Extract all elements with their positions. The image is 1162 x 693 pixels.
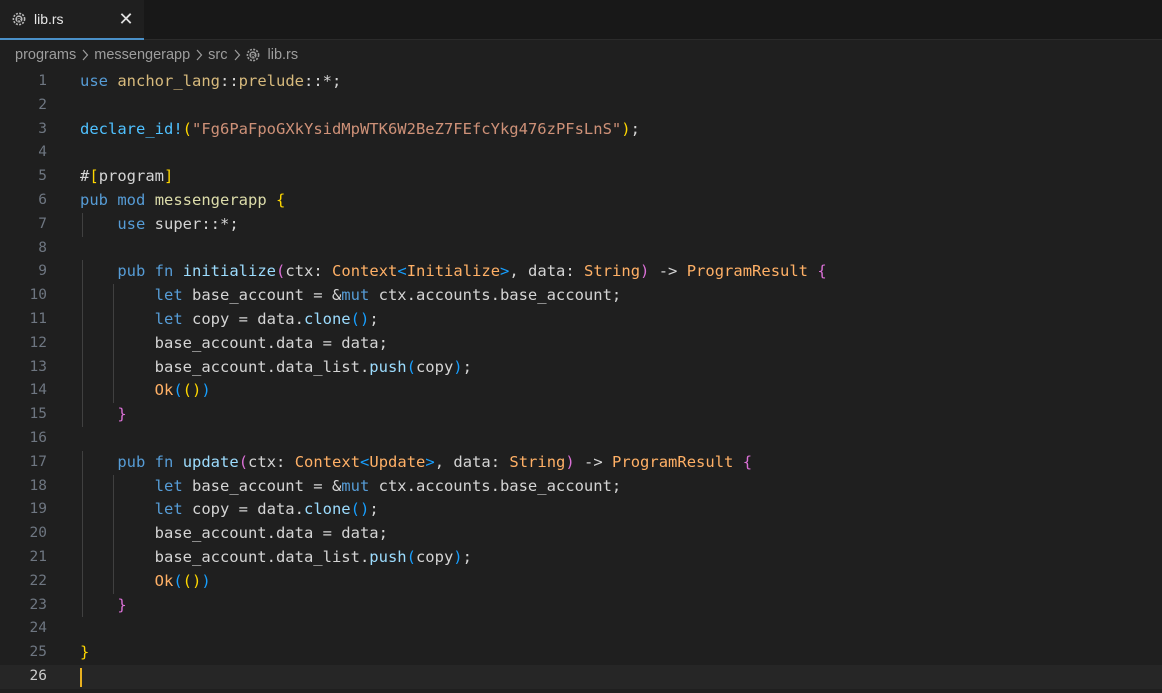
line-number: 12 [29,334,47,351]
tab-bar: R lib.rs ✕ [0,0,1162,40]
code-line[interactable]: 25} [0,641,1162,665]
line-number: 17 [29,453,47,470]
code-line[interactable]: 19 let copy = data.clone(); [0,498,1162,523]
code-line[interactable]: 18 let base_account = &mut ctx.accounts.… [0,474,1162,499]
rust-gear-icon: R [12,12,26,26]
line-number: 7 [38,215,47,232]
line-number: 18 [29,477,47,494]
line-number: 1 [38,73,47,89]
code-text: use anchor_lang::prelude::*; [80,72,342,90]
breadcrumb-item-lib-rs[interactable]: lib.rs [268,47,299,63]
line-number: 23 [29,596,47,613]
code-line[interactable]: 20 base_account.data = data; [0,522,1162,546]
code-line[interactable]: 11 let copy = data.clone(); [0,307,1162,332]
tab-label: lib.rs [34,11,64,27]
code-line[interactable]: 10 let base_account = &mut ctx.accounts.… [0,284,1162,308]
code-text: use super::*; [117,214,239,233]
code-text: base_account.data_list.push(copy); [80,547,472,566]
code-line[interactable]: 22 Ok(()) [0,569,1162,594]
code-line[interactable]: 14 Ok(()) [0,379,1162,404]
breadcrumb: programs messengerapp src R lib.rs [0,40,1162,70]
code-text: pub fn update(ctx: Context<Update>, data… [117,452,753,471]
line-number: 25 [29,644,47,661]
rust-gear-icon: R [246,48,260,62]
breadcrumb-item-src[interactable]: src [208,47,227,63]
code-editor[interactable]: 1 use anchor_lang::prelude::*; 2 3 declare_i… [0,70,1162,689]
chevron-right-icon [81,49,89,61]
line-number: 3 [38,120,47,137]
text-cursor [80,667,82,687]
line-number: 4 [38,144,47,161]
chevron-right-icon [233,49,241,61]
code-line[interactable]: 17 pub fn update(ctx: Context<Update>, d… [0,450,1162,475]
code-line[interactable]: 13 base_account.data_list.push(copy); [0,355,1162,380]
code-line[interactable]: 9 pub fn initialize(ctx: Context<Initial… [0,260,1162,285]
code-text: #[program] [80,167,174,186]
code-line[interactable]: 4 [0,141,1162,165]
code-text: Ok(()) [154,571,211,590]
code-text: Ok(()) [154,381,211,400]
tab-lib-rs[interactable]: R lib.rs ✕ [0,0,144,40]
code-line[interactable]: 3 declare_id!("Fg6PaFpoGXkYsidMpWTK6W2BeZ… [0,118,1162,142]
line-number: 20 [29,525,47,542]
chevron-right-icon [195,49,203,61]
code-line[interactable]: 24 [0,617,1162,641]
line-number: 14 [29,382,47,399]
line-number: 21 [29,548,47,565]
code-text: let base_account = &mut ctx.accounts.bas… [154,286,622,305]
code-text: let base_account = &mut ctx.accounts.bas… [154,476,622,495]
code-line[interactable]: 8 [0,237,1162,261]
code-text: base_account.data = data; [80,524,388,543]
line-number: 24 [29,620,47,637]
line-number: 5 [38,168,47,185]
svg-text:R: R [17,16,22,23]
line-number: 16 [29,429,47,446]
code-text: pub fn initialize(ctx: Context<Initializ… [117,262,827,281]
code-line[interactable]: 1 use anchor_lang::prelude::*; [0,70,1162,94]
code-text: base_account.data = data; [80,333,388,352]
code-line[interactable]: 2 [0,94,1162,118]
line-number: 11 [29,310,47,327]
close-icon[interactable]: ✕ [116,9,136,29]
breadcrumb-item-messengerapp[interactable]: messengerapp [94,47,190,63]
code-line[interactable]: 23 } [0,593,1162,618]
svg-text:R: R [250,52,255,59]
code-text: let copy = data.clone(); [154,309,379,328]
code-line[interactable]: 6 pub mod messengerapp { [0,189,1162,213]
line-number: 26 [29,667,47,684]
code-text: let copy = data.clone(); [154,500,379,519]
code-line[interactable]: 15 } [0,403,1162,427]
code-text: } [80,643,90,662]
line-number: 15 [29,406,47,423]
code-line[interactable]: 21 base_account.data_list.push(copy); [0,545,1162,570]
line-number: 2 [38,96,47,113]
code-line[interactable]: 16 [0,427,1162,451]
code-line[interactable]: 26 [0,664,1162,689]
code-line[interactable]: 12 base_account.data = data; [0,331,1162,356]
line-number: 9 [38,263,47,280]
breadcrumb-item-programs[interactable]: programs [15,47,76,63]
code-line[interactable]: 7 use super::*; [0,212,1162,237]
line-number: 8 [38,239,47,256]
line-number: 13 [29,358,47,375]
code-text: pub mod messengerapp { [80,190,286,209]
code-line[interactable]: 5 #[program] [0,165,1162,189]
code-text: } [117,595,127,614]
line-number: 19 [29,501,47,518]
line-number: 10 [29,287,47,304]
line-number: 22 [29,572,47,589]
line-number: 6 [38,191,47,208]
code-text: declare_id!("Fg6PaFpoGXkYsidMpWTK6W2BeZ7… [80,119,640,138]
code-text: } [117,405,127,424]
code-text: base_account.data_list.push(copy); [80,357,472,376]
